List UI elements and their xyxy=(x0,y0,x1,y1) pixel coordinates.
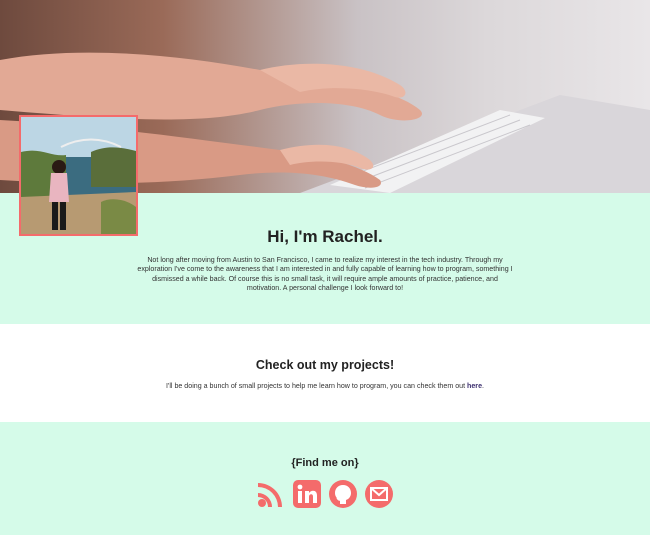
github-icon[interactable] xyxy=(328,479,358,509)
projects-trailing: . xyxy=(482,382,484,390)
projects-section: Check out my projects! I'll be doing a b… xyxy=(0,324,650,422)
projects-description: I'll be doing a bunch of small projects … xyxy=(166,382,468,390)
projects-heading: Check out my projects! xyxy=(255,358,395,372)
find-me-section: {Find me on} xyxy=(0,422,650,535)
mail-icon[interactable] xyxy=(364,479,394,509)
find-me-heading: {Find me on} xyxy=(291,457,359,469)
projects-link[interactable]: here xyxy=(467,382,482,390)
rss-icon[interactable] xyxy=(256,479,286,509)
linkedin-icon[interactable] xyxy=(292,479,322,509)
profile-photo xyxy=(19,115,138,236)
social-icons xyxy=(256,479,396,509)
about-paragraph: Not long after moving from Austin to San… xyxy=(137,256,513,293)
projects-text: I'll be doing a bunch of small projects … xyxy=(0,382,650,390)
